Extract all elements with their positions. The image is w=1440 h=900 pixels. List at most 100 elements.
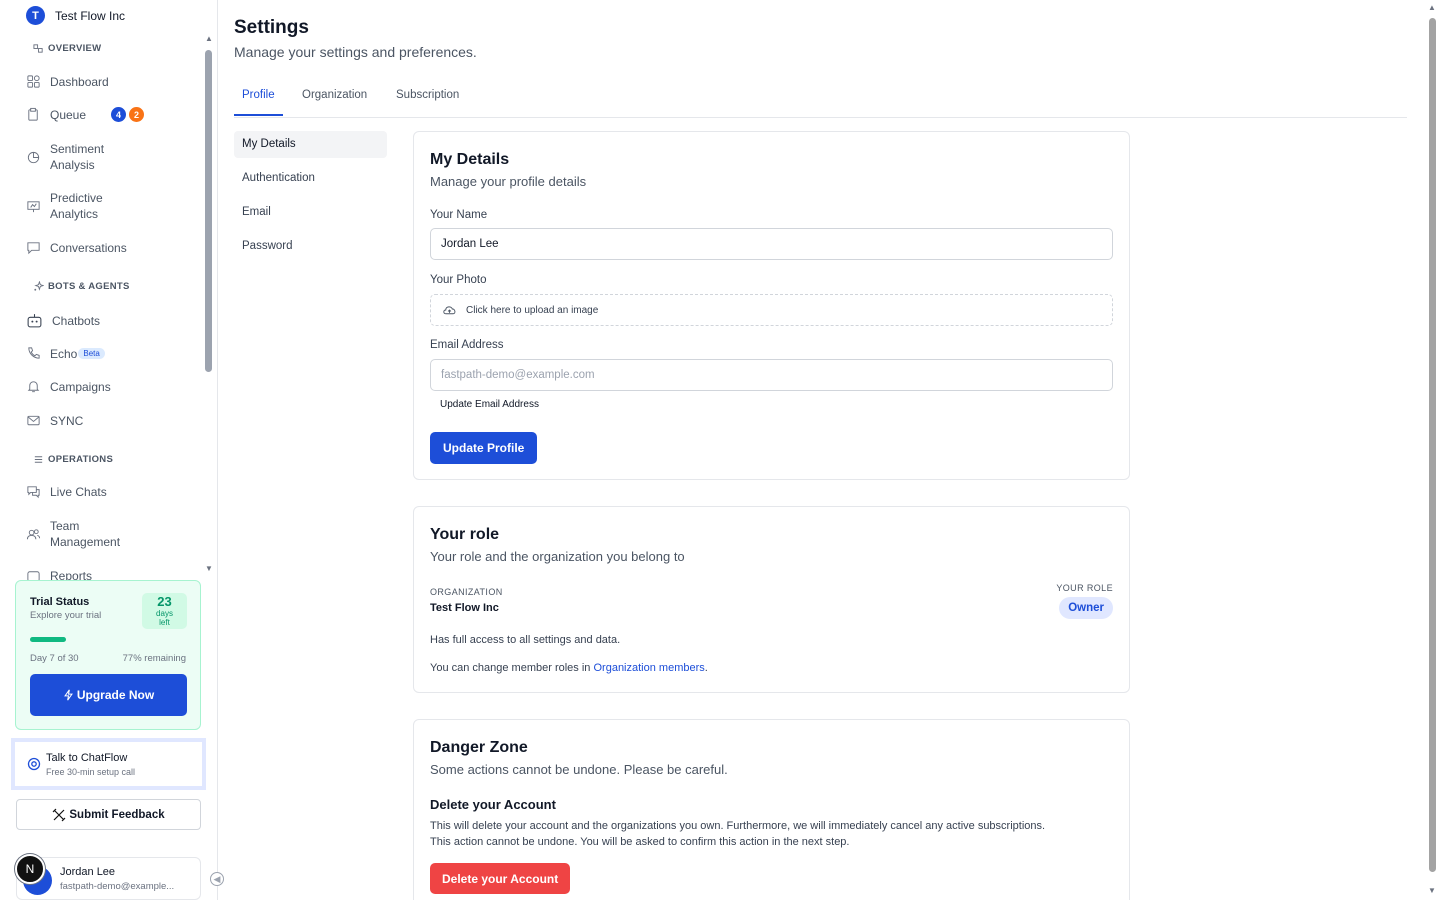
trial-remaining-text: 77% remaining — [122, 653, 186, 664]
message-icon — [27, 242, 40, 255]
section-operations: OPERATIONS — [33, 454, 113, 465]
sidebar-item-label: SYNC — [50, 413, 84, 428]
role-caption: YOUR ROLE — [1056, 583, 1113, 593]
queue-badge-blue: 4 — [111, 107, 127, 122]
subnav-my-details[interactable]: My Details — [234, 131, 387, 158]
talk-subtitle: Free 30-min setup call — [46, 767, 136, 777]
tab-organization[interactable]: Organization — [302, 89, 367, 114]
sidebar: T Test Flow Inc OVERVIEW Dashboard Queue… — [0, 0, 218, 900]
phone-icon — [28, 347, 40, 359]
upgrade-label: Upgrade Now — [76, 688, 155, 702]
presentation-icon — [27, 200, 40, 212]
sidebar-item-sentiment-analysis[interactable]: Sentiment Analysis — [26, 141, 120, 173]
users-icon — [26, 528, 41, 539]
sidebar-item-label: Echo — [50, 346, 78, 361]
sidebar-item-echo[interactable]: Echo Beta — [26, 346, 105, 361]
role-badge: Owner — [1059, 597, 1113, 619]
sidebar-item-label: Campaigns — [50, 379, 111, 394]
section-overview: OVERVIEW — [33, 43, 101, 54]
pie-chart-icon — [27, 151, 40, 163]
scroll-up-icon[interactable]: ▲ — [1428, 3, 1436, 12]
profile-subnav: My Details Authentication Email Password — [234, 131, 387, 267]
main-scrollbar[interactable]: ▲ ▼ — [1426, 0, 1440, 900]
trial-status-card: Trial Status Explore your trial 23 days … — [15, 580, 201, 730]
delete-warning-text-2: This action cannot be undone. You will b… — [430, 836, 850, 848]
talk-title: Talk to ChatFlow — [46, 752, 128, 764]
subnav-authentication[interactable]: Authentication — [234, 165, 387, 192]
delete-account-button[interactable]: Delete your Account — [430, 863, 571, 894]
change-roles-suffix: . — [704, 662, 708, 674]
sidebar-item-conversations[interactable]: Conversations — [26, 240, 127, 255]
card-subtitle: Some actions cannot be undone. Please be… — [430, 762, 728, 777]
sidebar-scrollbar[interactable]: ▲ ▼ — [204, 34, 214, 580]
cloud-upload-icon — [443, 306, 456, 315]
beta-badge: Beta — [78, 348, 105, 359]
section-bots-agents: BOTS & AGENTS — [33, 281, 130, 292]
photo-upload-dropzone[interactable]: Click here to upload an image — [430, 294, 1113, 326]
trial-subtitle: Explore your trial — [30, 610, 102, 621]
sidebar-item-label: Conversations — [50, 240, 127, 255]
sidebar-scroll-thumb[interactable] — [205, 50, 212, 372]
tab-profile[interactable]: Profile — [234, 89, 283, 116]
lifebuoy-icon — [27, 757, 41, 771]
n-badge[interactable]: N — [15, 854, 45, 884]
sidebar-item-chatbots[interactable]: Chatbots — [26, 312, 100, 329]
photo-label: Your Photo — [430, 274, 487, 286]
organization-caption: ORGANIZATION — [430, 587, 503, 597]
sidebar-item-label: Sentiment Analysis — [50, 142, 105, 172]
name-label: Your Name — [430, 209, 488, 221]
talk-to-chatflow-card[interactable]: Talk to ChatFlow Free 30-min setup call — [11, 738, 206, 790]
trial-progress-fill — [30, 637, 66, 642]
org-switcher[interactable]: T Test Flow Inc — [26, 6, 125, 25]
clipboard-icon — [28, 107, 38, 121]
sidebar-item-label: Dashboard — [50, 74, 109, 89]
scroll-down-icon[interactable]: ▼ — [205, 564, 213, 573]
main-scroll-thumb[interactable] — [1429, 18, 1436, 872]
sidebar-nav: OVERVIEW Dashboard Queue 4 2 Sentiment A… — [0, 34, 204, 580]
sidebar-item-reports[interactable]: Reports — [26, 568, 92, 580]
upgrade-now-button[interactable]: Upgrade Now — [30, 674, 187, 716]
mail-icon — [27, 415, 40, 426]
user-email: fastpath-demo@example... — [60, 881, 175, 892]
update-email-button[interactable]: Update Email Address — [440, 399, 539, 410]
trial-day-text: Day 7 of 30 — [30, 653, 79, 664]
name-input[interactable] — [430, 228, 1113, 260]
trial-title: Trial Status — [30, 596, 90, 608]
sidebar-item-predictive-analytics[interactable]: Predictive Analytics — [26, 190, 120, 222]
scroll-up-icon[interactable]: ▲ — [205, 34, 213, 43]
feedback-label: Submit Feedback — [69, 808, 165, 821]
trial-progress-bar — [30, 637, 186, 642]
subnav-email[interactable]: Email — [234, 199, 387, 226]
update-profile-button[interactable]: Update Profile — [430, 432, 538, 464]
layout-icon — [33, 44, 43, 53]
list-icon — [34, 456, 43, 463]
organization-name: Test Flow Inc — [430, 602, 499, 614]
my-details-card: My Details Manage your profile details Y… — [413, 131, 1130, 480]
grid-icon — [27, 75, 40, 88]
tab-subscription[interactable]: Subscription — [396, 89, 459, 114]
days-left-badge: 23 days left — [142, 593, 187, 629]
section-title: OPERATIONS — [48, 454, 114, 465]
sidebar-item-live-chats[interactable]: Live Chats — [26, 484, 107, 499]
section-title: OVERVIEW — [48, 43, 102, 54]
days-left-number: 23 — [157, 594, 172, 609]
sidebar-item-campaigns[interactable]: Campaigns — [26, 379, 111, 394]
sidebar-item-queue[interactable]: Queue 4 2 — [26, 107, 145, 122]
bot-icon — [27, 314, 42, 328]
sidebar-item-dashboard[interactable]: Dashboard — [26, 74, 109, 89]
organization-members-link[interactable]: Organization members — [593, 662, 704, 674]
scroll-down-icon[interactable]: ▼ — [1428, 886, 1436, 895]
submit-feedback-button[interactable]: Submit Feedback — [16, 799, 201, 830]
email-label: Email Address — [430, 339, 504, 351]
queue-badge-orange: 2 — [129, 107, 145, 122]
sidebar-item-sync[interactable]: SYNC — [26, 413, 83, 428]
days-left-label: days left — [156, 609, 173, 627]
sidebar-item-label: Live Chats — [50, 484, 107, 499]
subnav-password[interactable]: Password — [234, 233, 387, 260]
page-subtitle: Manage your settings and preferences. — [234, 44, 477, 60]
card-title: Danger Zone — [430, 739, 528, 756]
collapse-sidebar-icon[interactable]: ◀ — [210, 872, 224, 886]
sidebar-item-team-management[interactable]: Team Management — [26, 518, 130, 550]
access-text: Has full access to all settings and data… — [430, 634, 621, 646]
sidebar-item-label: Predictive Analytics — [50, 191, 103, 221]
